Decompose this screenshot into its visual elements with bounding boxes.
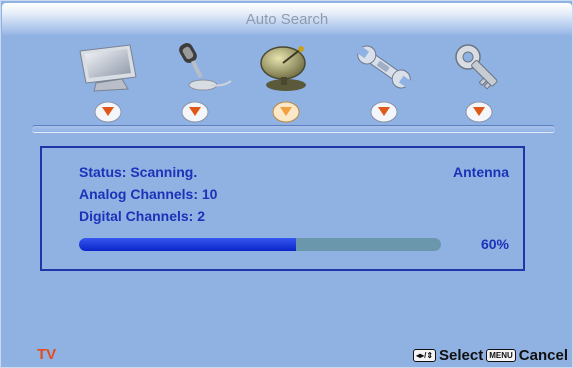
digital-channels-count: Digital Channels: 2 — [79, 208, 206, 224]
tab-marker-parental[interactable] — [465, 100, 493, 124]
scan-progress-bar — [79, 238, 441, 251]
picture-icon[interactable] — [76, 41, 142, 93]
cancel-hint: Cancel — [518, 346, 568, 364]
footer-help: ◂▸/⇕ Select MENU Cancel — [413, 345, 568, 365]
analog-channels-count: Analog Channels: 10 — [79, 186, 218, 202]
menu-divider — [32, 125, 555, 133]
arrows-key-icon: ◂▸/⇕ — [413, 348, 437, 362]
input-source-label: TV — [37, 346, 57, 363]
tab-marker-setup[interactable] — [370, 100, 398, 124]
parental-lock-key-icon[interactable] — [446, 41, 512, 93]
progress-percent: 60% — [480, 236, 509, 252]
select-hint: Select — [439, 346, 484, 364]
status-text: Status: Scanning. — [79, 164, 198, 180]
title-bar: Auto Search — [2, 3, 572, 35]
source-label: Antenna — [453, 164, 509, 180]
tv-antenna-icon[interactable] — [253, 41, 319, 93]
tab-marker-audio[interactable] — [181, 100, 209, 124]
tab-marker-tv-active[interactable] — [272, 100, 300, 124]
tv-osd-screen: Auto Search Status: Scanning. Antenna An… — [0, 0, 573, 368]
audio-icon[interactable] — [167, 41, 233, 93]
scan-status-panel: Status: Scanning. Antenna Analog Channel… — [40, 146, 525, 271]
setup-wrench-icon[interactable] — [351, 41, 417, 93]
menu-key[interactable]: MENU — [486, 348, 516, 362]
scan-progress-fill — [79, 238, 297, 251]
page-title: Auto Search — [245, 11, 329, 28]
tab-marker-picture[interactable] — [94, 100, 122, 124]
